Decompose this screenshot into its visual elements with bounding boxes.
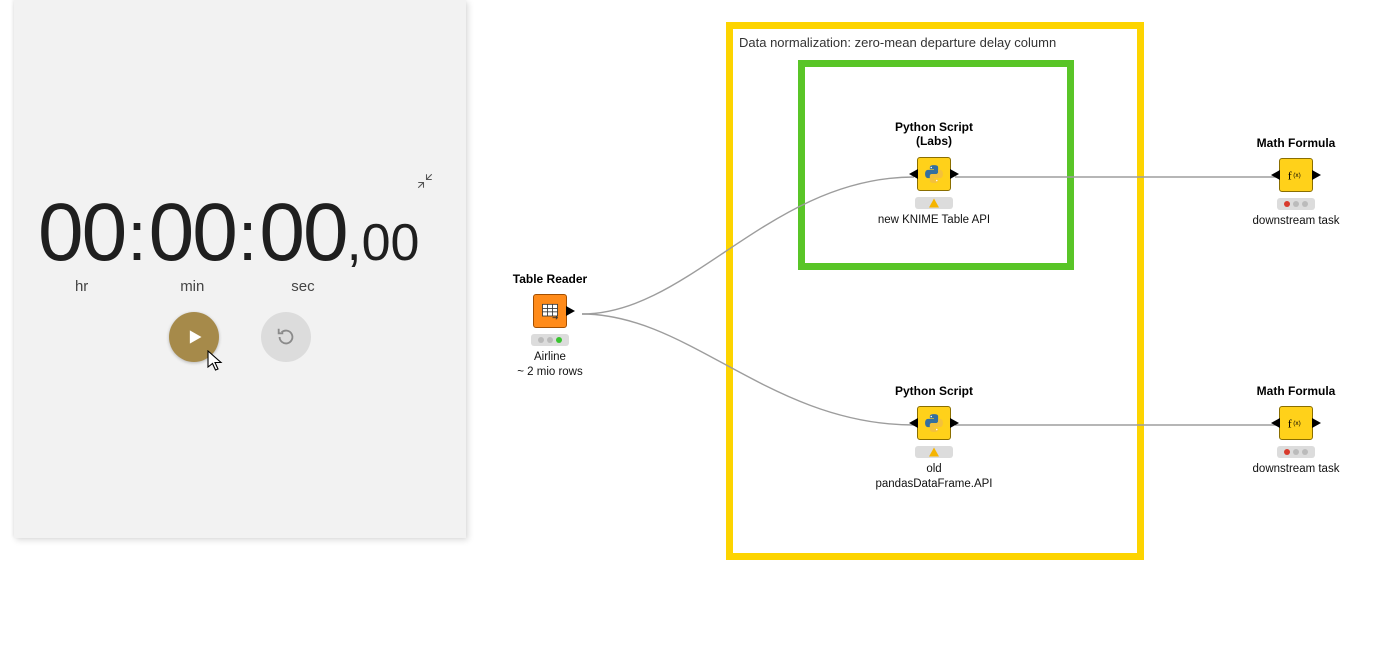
node-title: Python Script: [895, 384, 973, 398]
play-button[interactable]: [169, 312, 219, 362]
colon-separator: :: [236, 201, 259, 281]
colon-separator: :: [125, 201, 148, 281]
node-title: Python Script (Labs): [895, 120, 973, 149]
node-table-reader[interactable]: Table Reader Airline ~ 2 mio rows: [480, 272, 620, 379]
node-subtitle: Airline ~ 2 mio rows: [517, 350, 583, 379]
table-icon: [540, 301, 560, 321]
centiseconds-value: 00: [362, 217, 420, 269]
workflow-canvas[interactable]: Data normalization: zero-mean departure …: [470, 0, 1396, 670]
annotation-outer-text: Data normalization: zero-mean departure …: [739, 35, 1135, 50]
seconds-value: 00: [259, 192, 346, 274]
hours-label: hr: [75, 278, 88, 295]
hours-value: 00: [38, 192, 125, 274]
seconds-label: sec: [291, 278, 314, 295]
node-subtitle: new KNIME Table API: [878, 213, 990, 227]
stopwatch-time: 00 hr : 00 min : 00 sec , 00: [38, 192, 419, 295]
node-status: [1277, 198, 1315, 210]
svg-text:f: f: [1288, 169, 1292, 183]
node-math-bottom[interactable]: Math Formula f (x) downstream task: [1226, 384, 1366, 477]
node-body[interactable]: [917, 157, 951, 191]
node-math-top[interactable]: Math Formula f (x) downstream task: [1226, 136, 1366, 229]
function-icon: f (x): [1285, 164, 1307, 186]
node-body[interactable]: [917, 406, 951, 440]
node-subtitle: downstream task: [1253, 214, 1340, 228]
node-body[interactable]: [533, 294, 567, 328]
python-icon: [923, 163, 945, 185]
stopwatch-controls: [14, 312, 466, 362]
node-python-labs[interactable]: Python Script (Labs) new KNIME Table API: [864, 120, 1004, 227]
function-icon: f (x): [1285, 412, 1307, 434]
node-status: [915, 197, 953, 209]
node-status: [531, 334, 569, 346]
svg-text:(x): (x): [1293, 172, 1300, 179]
node-subtitle: downstream task: [1253, 462, 1340, 476]
node-title: Math Formula: [1257, 384, 1336, 398]
minutes-label: min: [180, 278, 204, 295]
python-icon: [923, 412, 945, 434]
stopwatch-panel: 00 hr : 00 min : 00 sec , 00: [14, 0, 466, 538]
node-status: [915, 446, 953, 458]
reset-button[interactable]: [261, 312, 311, 362]
node-body[interactable]: f (x): [1279, 158, 1313, 192]
collapse-icon[interactable]: [416, 172, 436, 192]
node-body[interactable]: f (x): [1279, 406, 1313, 440]
node-title: Table Reader: [513, 272, 587, 286]
comma-separator: ,: [347, 215, 362, 275]
node-title: Math Formula: [1257, 136, 1336, 150]
svg-text:(x): (x): [1293, 420, 1300, 427]
node-python-old[interactable]: Python Script old pandasDataFrame.API: [864, 384, 1004, 491]
minutes-value: 00: [149, 192, 236, 274]
svg-text:f: f: [1288, 417, 1292, 431]
node-status: [1277, 446, 1315, 458]
node-subtitle: old pandasDataFrame.API: [876, 462, 993, 491]
